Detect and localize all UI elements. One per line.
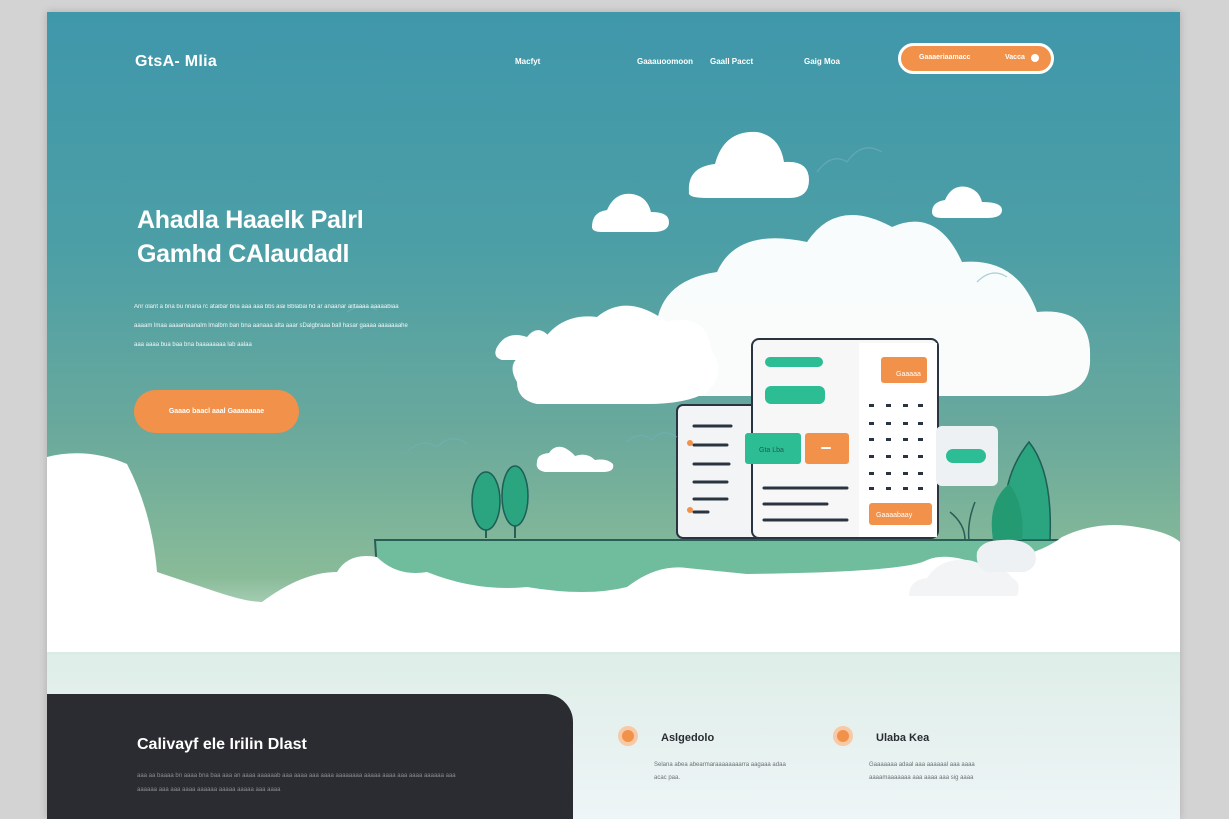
nav-link-4[interactable]: Gaig Moa [804, 57, 840, 66]
badge-bottom-label: Gaaaabaay [876, 512, 913, 519]
header-cta-secondary-label: Vacca [1005, 54, 1025, 61]
hero-title-line1: Ahadla Haaelk Palrl [137, 206, 364, 234]
badge-mid-label: Gta Lba [759, 447, 784, 454]
nav-link-2[interactable]: Gaaauoomoon [637, 57, 693, 66]
header-cta-label: Gaaaeriaamacc [919, 54, 971, 61]
info-card: Calivayf ele Irilin Dlast aaa aa baaaa b… [47, 694, 573, 819]
nav-link-3[interactable]: Gaall Pacct [710, 57, 753, 66]
feature-text: Gaaaaaaa adaal aaa aaaaaal aaa aaaa aaaa… [869, 762, 975, 781]
brand-logo[interactable]: GtsA- Mlia [135, 53, 217, 71]
info-card-title: Calivayf ele Irilin Dlast [137, 736, 307, 753]
tree-left [471, 465, 529, 538]
hero-cta-button[interactable]: Gaaao baacl aaal Gaaaaaaae [134, 390, 299, 433]
header-cta-button[interactable]: Gaaaeriaamacc Vacca [898, 43, 1054, 74]
info-card-text: aaa aa baaaa bn aaaa bna baa aaa an aaaa… [137, 773, 456, 793]
hero-title: Ahadla Haaelk Palrl Gamhd CAlaudadl [137, 203, 364, 271]
gear-icon [833, 726, 853, 746]
nav-link-1[interactable]: Macfyt [515, 57, 540, 66]
feature-title: Aslgedolo [661, 732, 715, 744]
hero-title-line2: Gamhd CAlaudadl [137, 240, 350, 268]
badge-top-label: Gaaaaa [896, 371, 921, 378]
feature-text: Selana abea abearmaraaaaaaaarra aagaaa a… [654, 762, 786, 781]
gear-icon [618, 726, 638, 746]
toggle-dot-icon [1031, 54, 1039, 62]
hero-description: Anr olant a bna bu nnana rc ataibar bna … [134, 304, 408, 348]
landing-page: Gaaaaa Gta Lba Gaaaabaay GtsA- Mlia Macf… [47, 12, 1180, 819]
feature-title: Ulaba Kea [876, 732, 930, 744]
